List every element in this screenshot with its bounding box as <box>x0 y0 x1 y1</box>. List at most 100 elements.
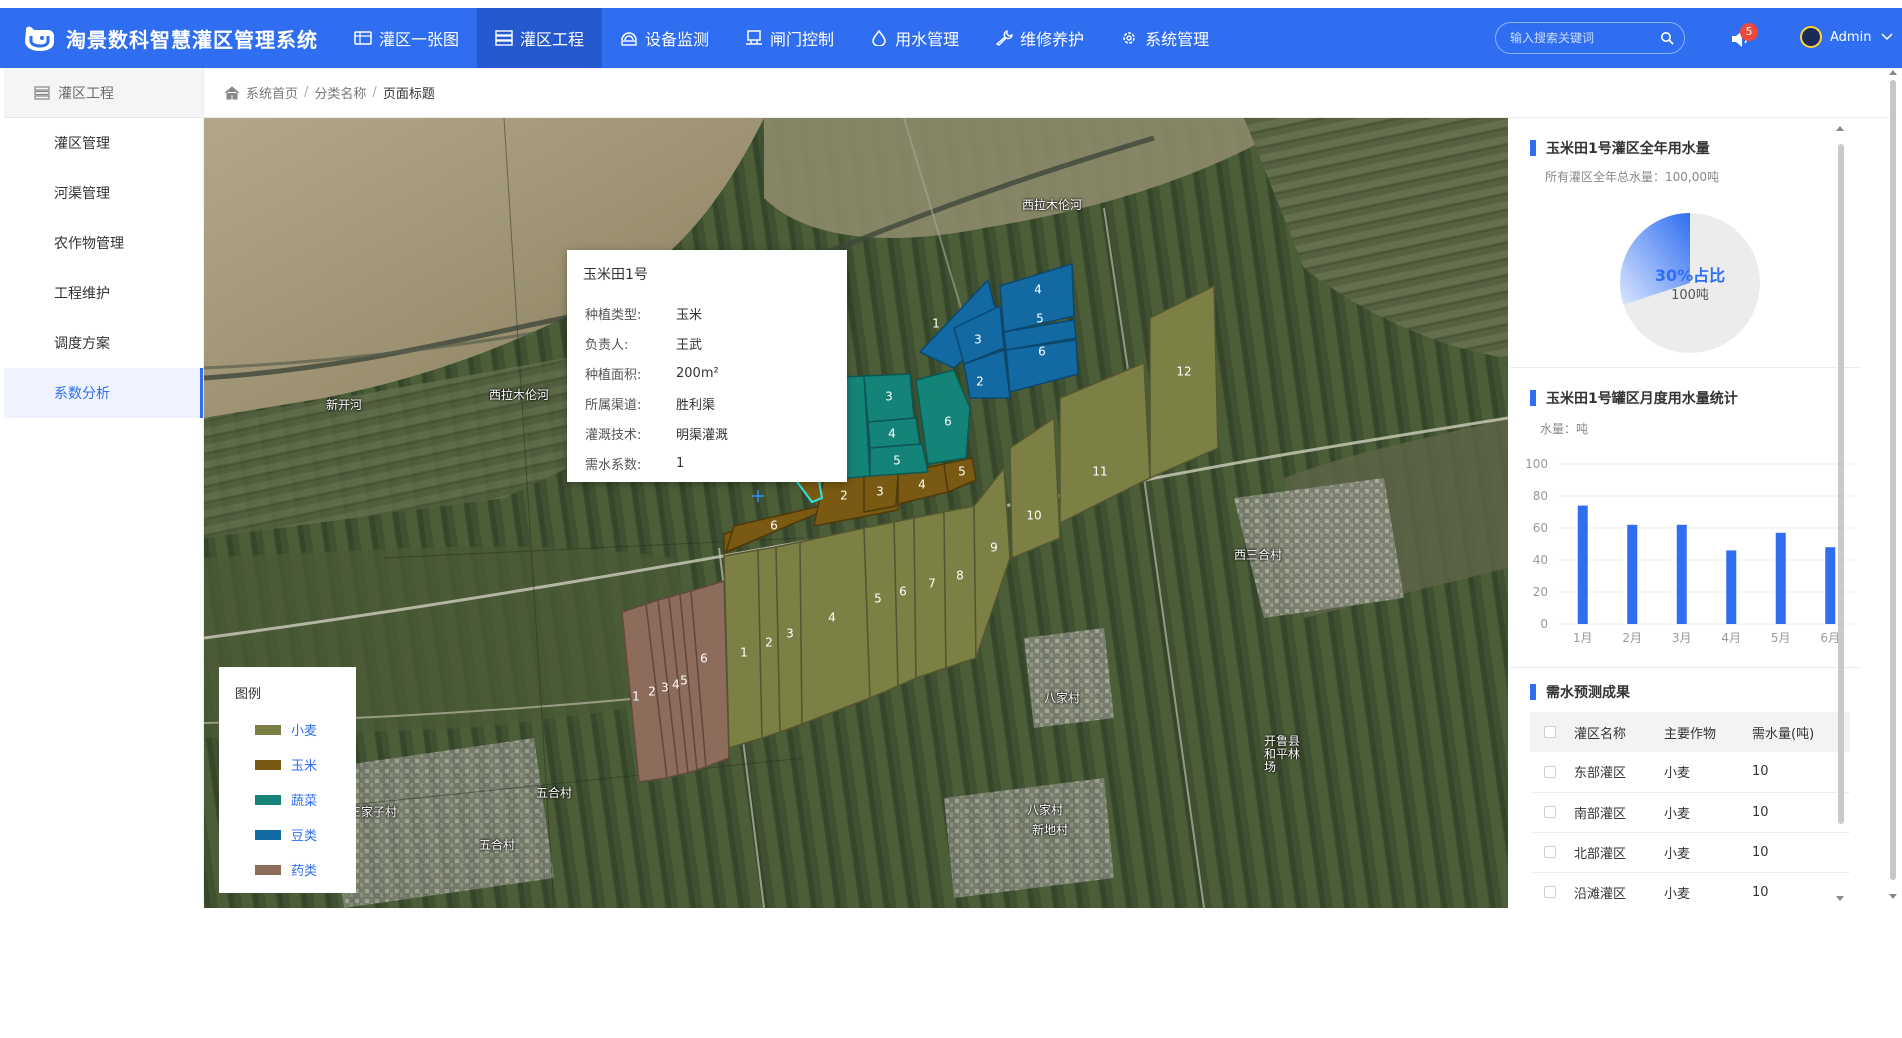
gear-icon <box>1123 32 1135 44</box>
map-legend: 图例 小麦 玉米 蔬菜 豆类 药类 <box>219 667 356 893</box>
scroll-up-arrow[interactable] <box>1889 70 1897 75</box>
user-name: Admin <box>1830 29 1872 45</box>
table-cell: 小麦 <box>1664 752 1752 793</box>
row-select-cell <box>1530 752 1574 793</box>
x-tick-label: 4月 <box>1721 631 1741 645</box>
scrollbar-thumb[interactable] <box>1838 144 1844 824</box>
nav-label: 维修养护 <box>1020 30 1085 49</box>
table-row[interactable]: 东部灌区 小麦 10 <box>1530 752 1850 793</box>
nav-label: 设备监测 <box>645 30 710 49</box>
bar[interactable] <box>1825 547 1836 624</box>
nav-item-gate-control[interactable]: 闸门控制 <box>727 8 852 68</box>
select-all-cell <box>1530 712 1574 752</box>
nav-item-maintenance[interactable]: 维修养护 <box>977 8 1102 68</box>
bar[interactable] <box>1577 505 1588 624</box>
nav-item-system-management[interactable]: 系统管理 <box>1102 8 1227 68</box>
table-row[interactable]: 北部灌区 小麦 10 <box>1530 832 1850 873</box>
sidebar-item-coefficient-analysis[interactable]: 系数分析 <box>4 368 203 418</box>
scroll-up-arrow[interactable] <box>1836 126 1844 131</box>
monthly-water-card: 玉米田1号罐区月度用水量统计 水量：吨 100 80 60 40 20 0 1月 2月 3月 4月… <box>1510 370 1860 668</box>
breadcrumb-separator: / <box>304 85 309 100</box>
bar[interactable] <box>1676 524 1687 624</box>
field-info-popup: 玉米田1号 种植类型: 玉米 负责人: 王武 种植面积: 200m² 所属渠道: 胜利渠… <box>567 250 847 482</box>
legend-label: 药类 <box>291 864 318 879</box>
map-place-label: 五合村 <box>479 838 516 852</box>
row-checkbox[interactable] <box>1544 765 1556 778</box>
scroll-down-arrow[interactable] <box>1836 896 1844 901</box>
wrench-icon <box>995 30 1013 46</box>
page-scrollbar[interactable] <box>1886 68 1900 908</box>
scrollbar-thumb[interactable] <box>1890 80 1896 880</box>
user-menu[interactable]: Admin <box>1800 26 1893 48</box>
legend-swatch <box>255 864 281 875</box>
chevron-down-icon <box>1881 33 1893 41</box>
table-header-row: 灌区名称 主要作物 需水量(吨) <box>1530 712 1850 752</box>
field-number: 4 <box>1034 283 1042 297</box>
field-number: 4 <box>888 427 896 441</box>
bar[interactable] <box>1726 550 1737 624</box>
scroll-down-arrow[interactable] <box>1889 894 1897 899</box>
bar[interactable] <box>1627 524 1638 624</box>
row-checkbox[interactable] <box>1544 806 1556 818</box>
sidebar-item-maintenance[interactable]: 工程维护 <box>4 268 203 318</box>
app-title: 淘景数科智慧灌区管理系统 <box>66 27 318 52</box>
row-select-cell <box>1530 792 1574 833</box>
row-checkbox[interactable] <box>1544 886 1556 898</box>
field-number: 4 <box>918 478 926 492</box>
legend-item-herb[interactable]: 药类 <box>235 852 340 887</box>
legend-item-bean[interactable]: 豆类 <box>235 817 340 852</box>
field-number: 2 <box>976 375 984 389</box>
notification-badge: 5 <box>1740 23 1758 41</box>
field-number: 3 <box>876 485 884 499</box>
panel-scrollbar[interactable] <box>1835 124 1845 904</box>
bar[interactable] <box>1775 532 1786 624</box>
table-cell: 小麦 <box>1664 872 1752 908</box>
nav-item-irrigation-engineering[interactable]: 灌区工程 <box>477 8 603 68</box>
nav-item-water-management[interactable]: 用水管理 <box>852 8 977 68</box>
select-all-checkbox[interactable] <box>1544 726 1556 738</box>
field-number: 12 <box>1176 365 1191 379</box>
prediction-title: 需水预测成果 <box>1546 685 1630 701</box>
popup-key: 种植面积: <box>585 367 642 383</box>
sidebar-item-crop[interactable]: 农作物管理 <box>4 218 203 268</box>
nav-item-device-monitoring[interactable]: 设备监测 <box>602 8 727 68</box>
field-number: 5 <box>958 465 966 479</box>
sidebar-item-dispatch-plan[interactable]: 调度方案 <box>4 318 203 368</box>
nav-item-map-overview[interactable]: 灌区一张图 <box>336 8 477 68</box>
popup-value: 200m² <box>676 365 719 381</box>
y-tick-label: 40 <box>1533 553 1548 567</box>
table-row[interactable]: 沿滩灌区 小麦 10 <box>1530 872 1850 908</box>
legend-item-vegetable[interactable]: 蔬菜 <box>235 782 340 817</box>
table-cell: 北部灌区 <box>1574 832 1664 873</box>
legend-swatch <box>255 829 281 840</box>
breadcrumb-separator: / <box>372 85 377 100</box>
pie-percent-label: 30%占比 <box>1654 266 1726 285</box>
field-number: 7 <box>928 577 936 591</box>
popup-value: 明渠灌溉 <box>676 427 729 443</box>
annual-pie-chart: 30%占比 100吨 <box>1619 212 1761 354</box>
map-place-label: 新地村 <box>1032 823 1069 837</box>
breadcrumb-home[interactable]: 系统首页 <box>246 83 298 102</box>
annual-title: 玉米田1号灌区全年用水量 <box>1546 141 1710 157</box>
logo-icon <box>25 26 54 51</box>
annual-subtitle: 所有灌区全年总水量：100,00吨 <box>1545 170 1719 184</box>
sidebar-item-irrigation-area[interactable]: 灌区管理 <box>4 118 203 168</box>
app-logo[interactable]: 淘景数科智慧灌区管理系统 <box>0 24 336 53</box>
field-number: 5 <box>874 592 882 606</box>
legend-item-wheat[interactable]: 小麦 <box>235 712 340 747</box>
field-number: 1 <box>740 646 748 660</box>
breadcrumb-category[interactable]: 分类名称 <box>314 83 366 102</box>
popup-value: 王武 <box>676 337 703 353</box>
popup-value: 玉米 <box>676 307 703 323</box>
search-icon[interactable] <box>1660 31 1674 45</box>
row-select-cell <box>1530 872 1574 908</box>
search-input[interactable] <box>1510 31 1660 45</box>
field-number: 3 <box>885 390 893 404</box>
row-checkbox[interactable] <box>1544 846 1556 858</box>
table-row[interactable]: 南部灌区 小麦 10 <box>1530 792 1850 833</box>
legend-item-corn[interactable]: 玉米 <box>235 747 340 782</box>
x-tick-label: 5月 <box>1771 631 1791 645</box>
satellite-map[interactable]: 1 2 3 4 5 6 1 2 3 4 5 6 7 8 9 10 11 12 6… <box>204 118 1508 908</box>
sidebar-item-channel[interactable]: 河渠管理 <box>4 168 203 218</box>
right-panel[interactable]: 玉米田1号灌区全年用水量 所有灌区全年总水量：100,00吨 30%占比 100… <box>1510 118 1875 908</box>
